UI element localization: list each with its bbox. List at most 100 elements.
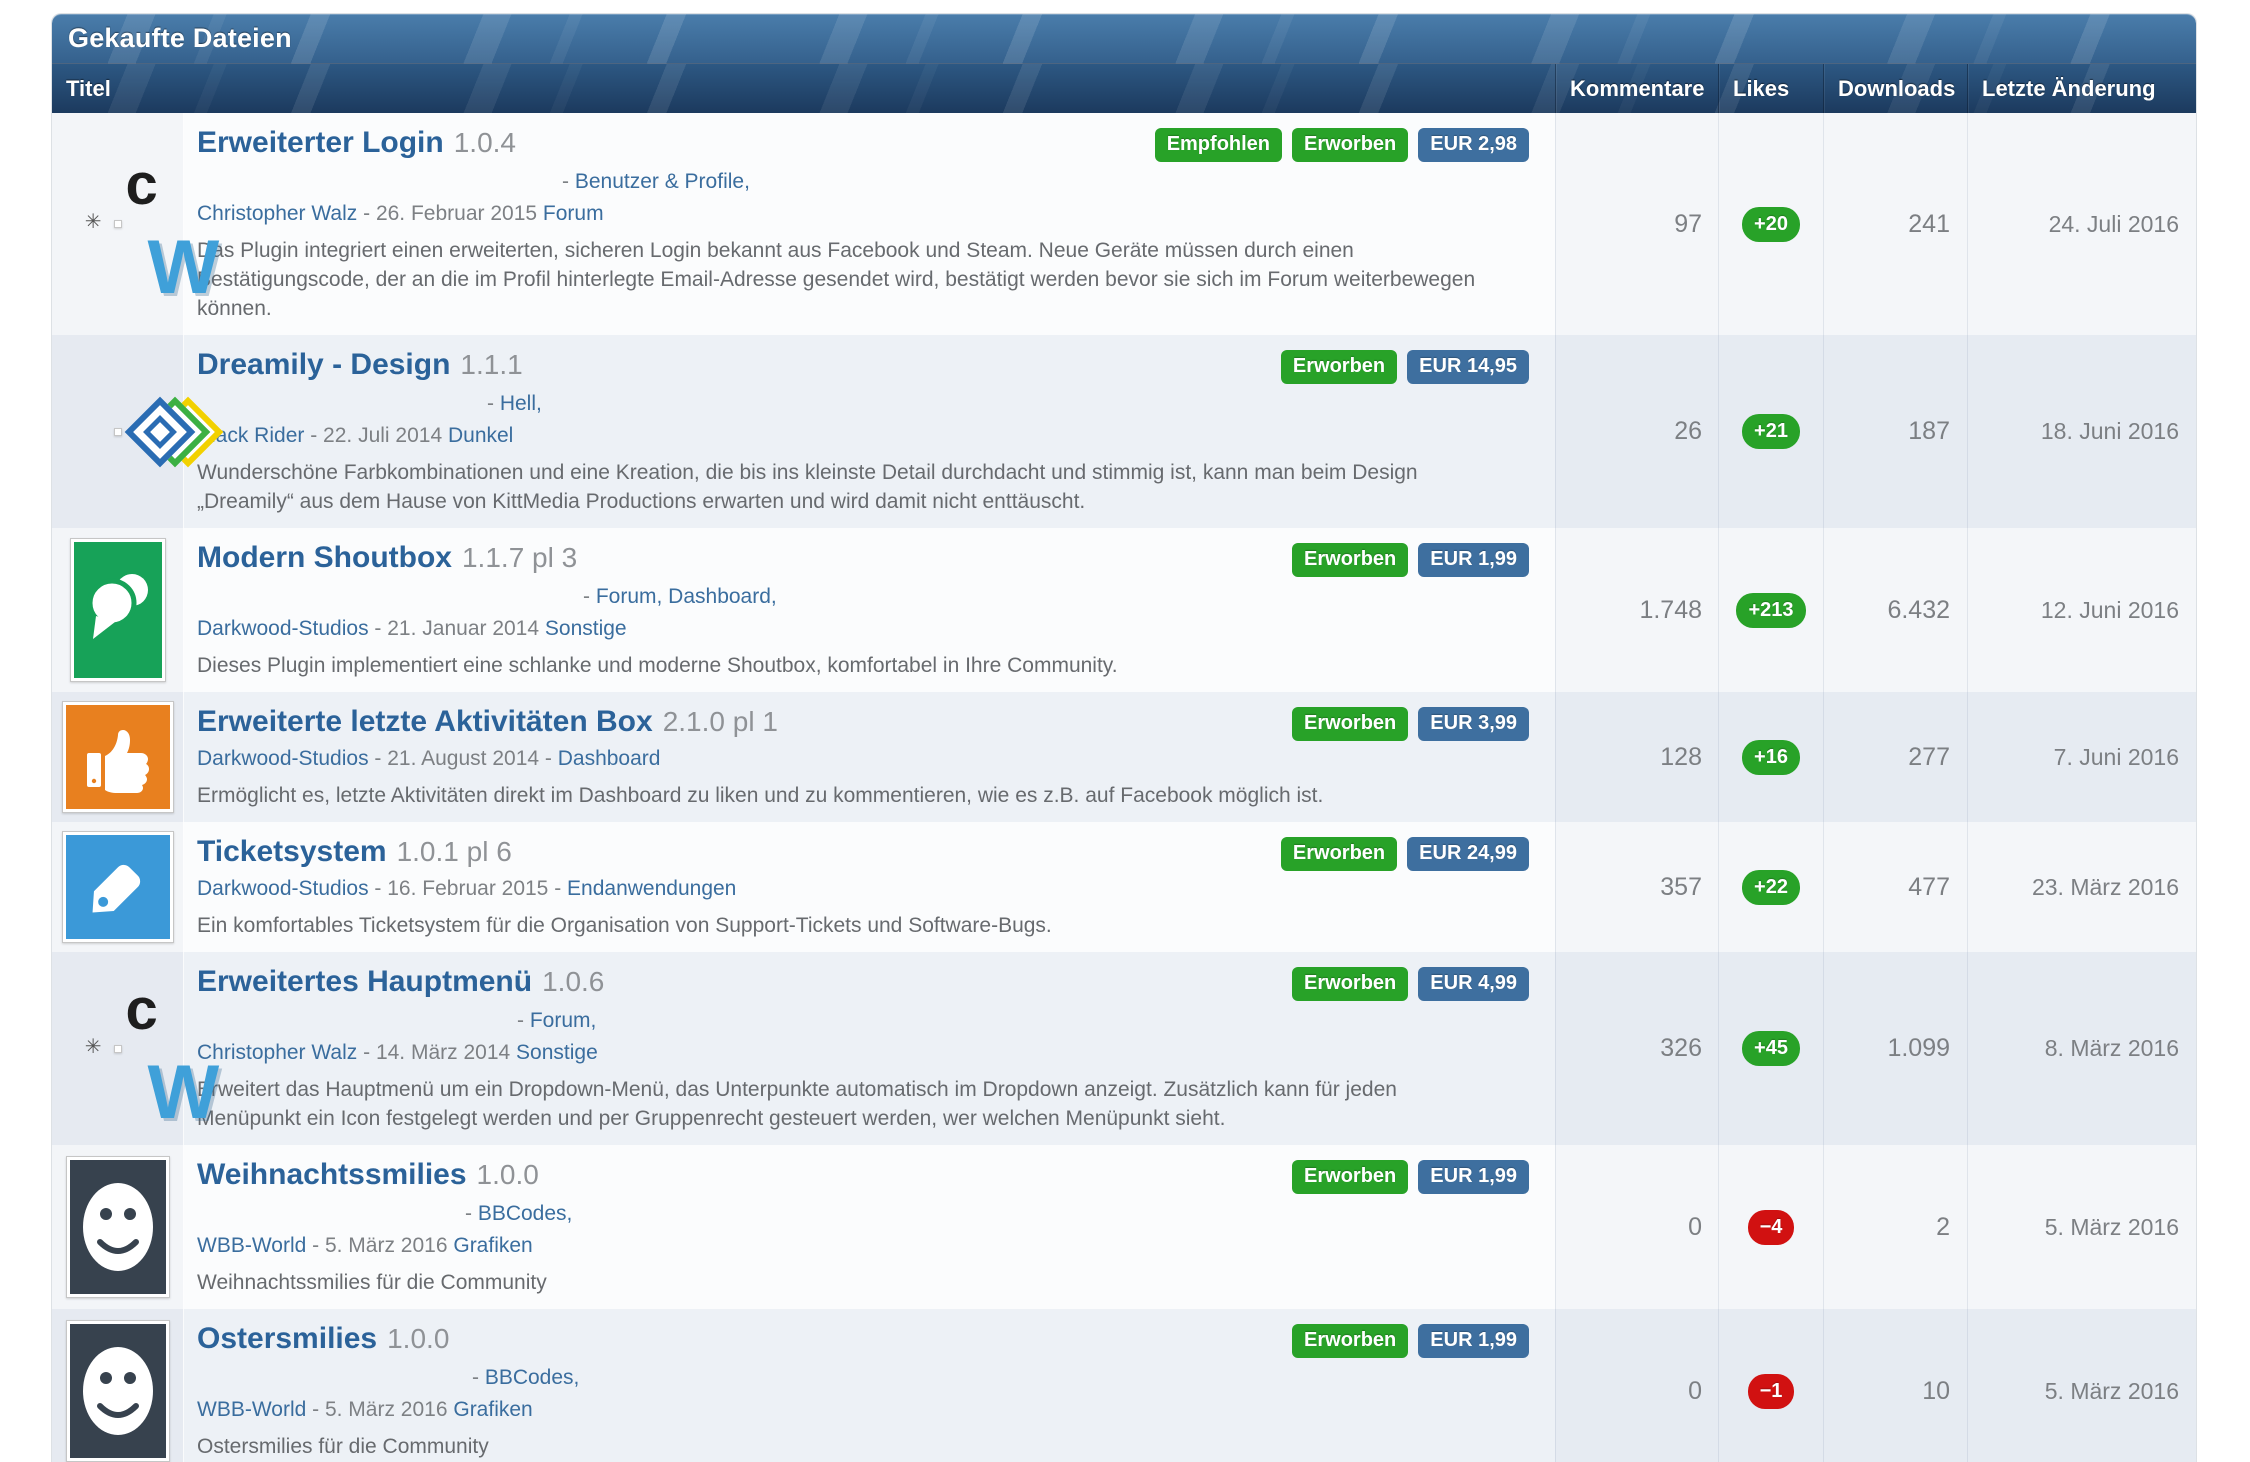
icon-column bbox=[52, 822, 184, 952]
price-badge: EUR 14,95 bbox=[1407, 350, 1529, 384]
badge-group: ErworbenEUR 1,99 bbox=[1272, 1321, 1529, 1358]
file-title-link[interactable]: Erweitertes Hauptmenü bbox=[197, 964, 532, 1000]
file-description: Dieses Plugin implementiert eine schlank… bbox=[197, 651, 1492, 680]
file-row: Weihnachtssmilies 1.0.0 ErworbenEUR 1,99… bbox=[52, 1145, 2196, 1309]
smiley-icon bbox=[70, 1160, 166, 1294]
file-summary: Dreamily - Design 1.1.1 ErworbenEUR 14,9… bbox=[184, 335, 1555, 528]
page-title: Gekaufte Dateien bbox=[68, 23, 292, 54]
category-link[interactable]: Benutzer & Profile, bbox=[575, 170, 750, 193]
downloads-cell: 277 bbox=[1823, 692, 1967, 822]
byline: Darkwood-Studios - 16. Februar 2015 - En… bbox=[197, 874, 1529, 903]
likes-cell: +21 bbox=[1718, 335, 1823, 528]
likes-cell: −1 bbox=[1718, 1309, 1823, 1462]
file-version: 1.1.7 pl 3 bbox=[462, 540, 577, 576]
file-title-link[interactable]: Erweiterte letzte Aktivitäten Box bbox=[197, 704, 653, 740]
title-cell: Erweiterte letzte Aktivitäten Box 2.1.0 … bbox=[52, 692, 1555, 822]
title-line: Erweiterter Login 1.0.4 EmpfohlenErworbe… bbox=[197, 125, 1529, 162]
author-link[interactable]: Darkwood-Studios bbox=[197, 617, 369, 640]
comments-count: 26 bbox=[1674, 417, 1702, 446]
title-line: Modern Shoutbox 1.1.7 pl 3 ErworbenEUR 1… bbox=[197, 540, 1529, 577]
badge-group: ErworbenEUR 14,95 bbox=[1261, 347, 1529, 384]
category-link[interactable]: Forum bbox=[543, 202, 604, 225]
category-link[interactable]: Dunkel bbox=[448, 424, 513, 447]
author-link[interactable]: Darkwood-Studios bbox=[197, 877, 369, 900]
column-header-row: Titel Kommentare Likes Downloads Letzte … bbox=[52, 63, 2196, 113]
badge-group: EmpfohlenErworbenEUR 2,98 bbox=[1135, 125, 1529, 162]
file-thumbnail-link[interactable] bbox=[70, 538, 166, 682]
comments-cell: 0 bbox=[1555, 1309, 1718, 1462]
file-row: Wc✳ Erweitertes Hauptmenü 1.0.6 Erworben… bbox=[52, 952, 2196, 1145]
comments-cell: 1.748 bbox=[1555, 528, 1718, 692]
file-thumbnail-link[interactable] bbox=[114, 428, 122, 436]
comments-cell: 326 bbox=[1555, 952, 1718, 1145]
category-link[interactable]: Grafiken bbox=[453, 1234, 532, 1257]
file-version: 1.0.6 bbox=[542, 964, 604, 1000]
file-thumbnail-link[interactable]: Wc✳ bbox=[114, 1045, 122, 1053]
author-link[interactable]: WBB-World bbox=[197, 1398, 306, 1421]
status-badge: Erworben bbox=[1292, 1324, 1408, 1358]
byline: WBB-World - 5. März 2016 Grafiken bbox=[197, 1395, 1529, 1424]
likes-cell: +213 bbox=[1718, 528, 1823, 692]
likes-badge: −1 bbox=[1748, 1374, 1795, 1409]
likes-cell: −4 bbox=[1718, 1145, 1823, 1309]
downloads-cell: 6.432 bbox=[1823, 528, 1967, 692]
category-link[interactable]: BBCodes, bbox=[485, 1366, 580, 1389]
author-link[interactable]: Christopher Walz bbox=[197, 202, 357, 225]
column-header-kommentare[interactable]: Kommentare bbox=[1555, 64, 1718, 113]
author-link[interactable]: Darkwood-Studios bbox=[197, 747, 369, 770]
category-dash: - bbox=[517, 1009, 530, 1032]
category-link[interactable]: Endanwendungen bbox=[567, 877, 736, 900]
category-link[interactable]: Dashboard bbox=[558, 747, 661, 770]
file-title-link[interactable]: Weihnachtssmilies bbox=[197, 1157, 467, 1193]
category-link[interactable]: Forum, Dashboard, bbox=[596, 585, 777, 608]
file-description: Weihnachtssmilies für die Community bbox=[197, 1268, 1492, 1297]
file-summary: Ticketsystem 1.0.1 pl 6 ErworbenEUR 24,9… bbox=[184, 822, 1555, 952]
byline: Darkwood-Studios - 21. August 2014 - Das… bbox=[197, 744, 1529, 773]
column-header-likes[interactable]: Likes bbox=[1718, 64, 1823, 113]
comments-count: 0 bbox=[1688, 1377, 1702, 1406]
file-thumbnail-link[interactable] bbox=[66, 1156, 170, 1298]
file-row: Wc✳ Erweiterter Login 1.0.4 EmpfohlenErw… bbox=[52, 113, 2196, 335]
file-list: Wc✳ Erweiterter Login 1.0.4 EmpfohlenErw… bbox=[52, 113, 2196, 1462]
category-link[interactable]: Grafiken bbox=[453, 1398, 532, 1421]
comments-cell: 357 bbox=[1555, 822, 1718, 952]
column-header-letzte-aenderung[interactable]: Letzte Änderung bbox=[1967, 64, 2196, 113]
likes-cell: +45 bbox=[1718, 952, 1823, 1145]
byline: Darkwood-Studios - 21. Januar 2014 Sonst… bbox=[197, 614, 1529, 643]
category-link[interactable]: Forum, bbox=[530, 1009, 597, 1032]
file-version: 1.0.4 bbox=[454, 125, 516, 161]
file-description: Ostersmilies für die Community bbox=[197, 1432, 1492, 1461]
category-dash: - bbox=[465, 1202, 478, 1225]
file-description: Wunderschöne Farbkombinationen und eine … bbox=[197, 458, 1492, 516]
downloads-cell: 477 bbox=[1823, 822, 1967, 952]
column-header-downloads[interactable]: Downloads bbox=[1823, 64, 1967, 113]
file-title-link[interactable]: Ostersmilies bbox=[197, 1321, 377, 1357]
category-link[interactable]: Sonstige bbox=[516, 1041, 598, 1064]
price-badge: EUR 2,98 bbox=[1418, 128, 1529, 162]
title-line: Erweiterte letzte Aktivitäten Box 2.1.0 … bbox=[197, 704, 1529, 741]
file-thumbnail-link[interactable] bbox=[62, 831, 174, 943]
downloads-count: 187 bbox=[1908, 417, 1950, 446]
file-thumbnail-link[interactable]: Wc✳ bbox=[114, 220, 122, 228]
file-version: 1.0.1 pl 6 bbox=[397, 834, 512, 870]
file-thumbnail-link[interactable] bbox=[62, 701, 174, 813]
file-thumbnail-link[interactable] bbox=[66, 1320, 170, 1462]
downloads-count: 1.099 bbox=[1887, 1034, 1950, 1063]
file-title-link[interactable]: Modern Shoutbox bbox=[197, 540, 452, 576]
author-link[interactable]: Christopher Walz bbox=[197, 1041, 357, 1064]
file-title-link[interactable]: Ticketsystem bbox=[197, 834, 387, 870]
badge-group: ErworbenEUR 1,99 bbox=[1272, 540, 1529, 577]
badge-group: ErworbenEUR 3,99 bbox=[1272, 704, 1529, 741]
status-badge: Erworben bbox=[1292, 543, 1408, 577]
title-cell: Wc✳ Erweitertes Hauptmenü 1.0.6 Erworben… bbox=[52, 952, 1555, 1145]
category-link[interactable]: BBCodes, bbox=[478, 1202, 573, 1225]
column-header-titel[interactable]: Titel bbox=[52, 64, 1555, 113]
file-title-link[interactable]: Erweiterter Login bbox=[197, 125, 444, 161]
category-link[interactable]: Sonstige bbox=[545, 617, 627, 640]
byline: Black Rider - 22. Juli 2014 Dunkel bbox=[197, 421, 1529, 450]
file-version: 1.0.0 bbox=[387, 1321, 449, 1357]
title-line: Dreamily - Design 1.1.1 ErworbenEUR 14,9… bbox=[197, 347, 1529, 384]
file-title-link[interactable]: Dreamily - Design bbox=[197, 347, 450, 383]
author-link[interactable]: WBB-World bbox=[197, 1234, 306, 1257]
category-link[interactable]: Hell, bbox=[500, 392, 542, 415]
